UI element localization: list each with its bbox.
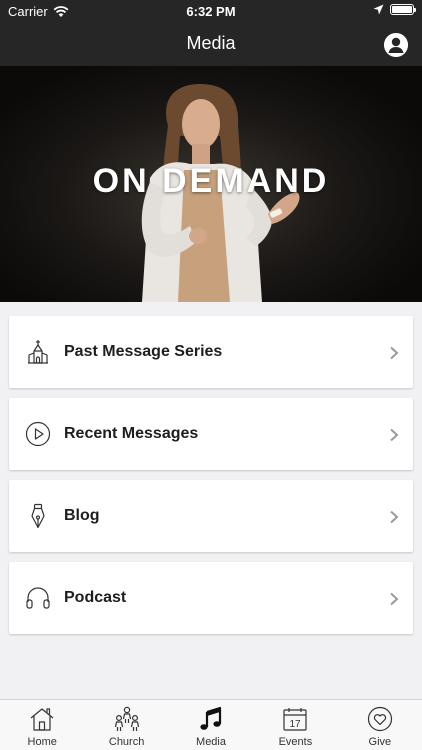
- media-menu: Past Message Series Recent Messages Blog: [9, 316, 413, 644]
- menu-item-label: Past Message Series: [64, 343, 223, 360]
- tab-media[interactable]: Media: [169, 700, 253, 750]
- heart-circle-icon: [367, 706, 392, 732]
- menu-item-recent-messages[interactable]: Recent Messages: [9, 398, 413, 470]
- calendar-day: 17: [290, 719, 302, 730]
- battery-icon: [390, 4, 416, 15]
- chevron-right-icon: [390, 428, 399, 442]
- menu-item-label: Podcast: [64, 589, 127, 606]
- hero-banner[interactable]: ON DEMAND: [0, 66, 422, 302]
- tab-label: Events: [278, 736, 313, 748]
- status-bar: Carrier 6:32 PM: [0, 0, 422, 22]
- tab-home[interactable]: Home: [0, 700, 84, 750]
- tab-label: Give: [368, 736, 392, 748]
- tab-label: Home: [27, 736, 57, 748]
- menu-item-podcast[interactable]: Podcast: [9, 562, 413, 634]
- person-circle-icon: [384, 33, 408, 57]
- page-title: Media: [186, 33, 236, 53]
- location-arrow-icon: [373, 4, 384, 15]
- profile-button[interactable]: [384, 33, 408, 57]
- tab-events[interactable]: 17 Events: [253, 700, 337, 750]
- house-icon: [30, 708, 54, 731]
- menu-item-past-message-series[interactable]: Past Message Series: [9, 316, 413, 388]
- menu-item-blog[interactable]: Blog: [9, 480, 413, 552]
- headphones-icon: [26, 587, 50, 609]
- chevron-right-icon: [390, 510, 399, 524]
- chevron-right-icon: [390, 592, 399, 606]
- tab-bar: Home Church Media 17 Events Give: [0, 699, 422, 750]
- calendar-icon: 17: [283, 708, 308, 731]
- menu-item-label: Recent Messages: [64, 425, 199, 442]
- menu-item-label: Blog: [64, 507, 100, 524]
- tab-give[interactable]: Give: [338, 700, 422, 750]
- pen-nib-icon: [31, 503, 45, 529]
- tab-church[interactable]: Church: [84, 700, 168, 750]
- chevron-right-icon: [390, 346, 399, 360]
- hero-title: ON DEMAND: [92, 162, 330, 200]
- tab-label: Church: [108, 736, 145, 748]
- nav-bar: Media: [0, 22, 422, 66]
- music-note-icon: [200, 706, 222, 730]
- church-icon: [28, 340, 48, 364]
- clock: 6:32 PM: [186, 4, 236, 19]
- play-circle-icon: [25, 421, 51, 447]
- tab-label: Media: [196, 736, 226, 748]
- people-icon: [114, 706, 139, 731]
